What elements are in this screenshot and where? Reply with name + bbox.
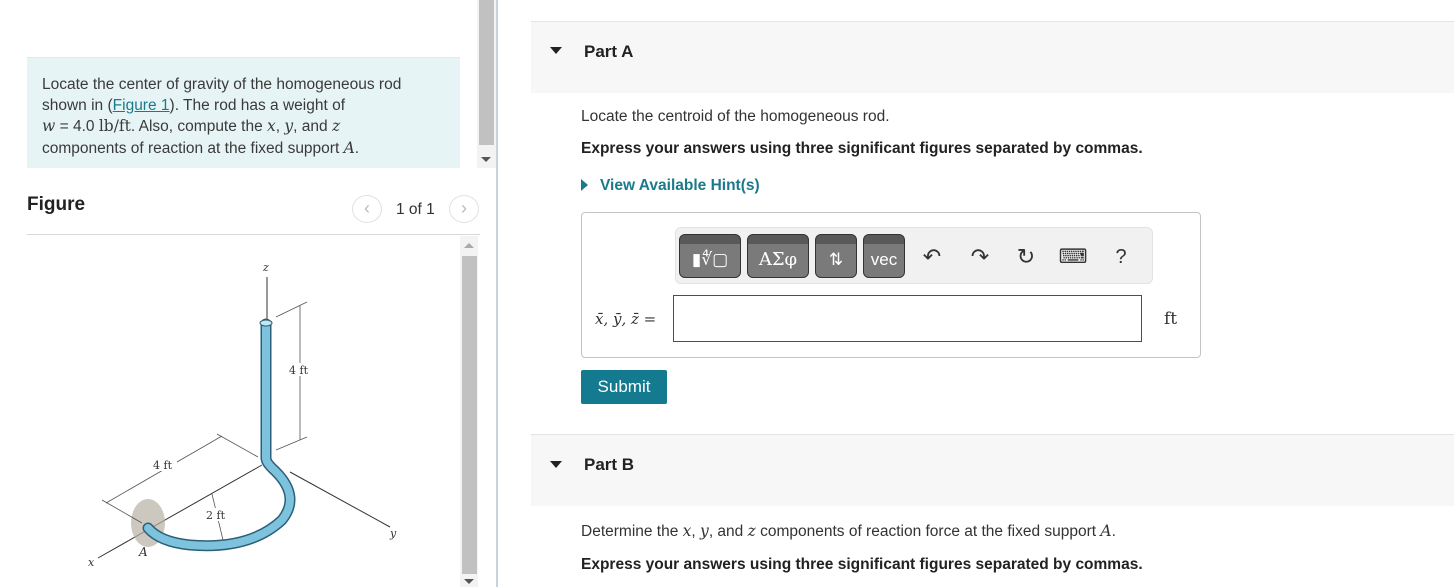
view-hints-link[interactable]: View Available Hint(s) (581, 177, 760, 195)
answer-label: x̄, ȳ, z̄ = (595, 310, 657, 328)
hint-link-label: View Available Hint(s) (600, 177, 760, 194)
x-axis-label: x (88, 556, 95, 569)
x-variable: x (267, 117, 276, 135)
prompt-text: , (691, 523, 701, 540)
caret-down-icon (550, 47, 562, 54)
part-a-instruction: Express your answers using three signifi… (581, 140, 1143, 157)
y-variable: y (284, 117, 294, 135)
part-b-instruction: Express your answers using three signifi… (581, 556, 1143, 573)
greek-symbols-button[interactable]: ΑΣφ (747, 234, 809, 278)
redo-icon[interactable]: ↷ (965, 242, 995, 272)
answer-unit: ft (1164, 309, 1178, 329)
problem-text: , and (293, 118, 332, 135)
figure-scrollbar[interactable] (460, 236, 478, 587)
chevron-left-icon: ‹ (364, 198, 370, 218)
help-icon[interactable]: ? (1106, 242, 1136, 272)
templates-icon: ▮∜▢ (691, 250, 729, 269)
chevron-right-icon: › (461, 198, 467, 218)
part-b-header[interactable]: Part B (531, 434, 1454, 506)
answer-input[interactable] (673, 295, 1142, 342)
arrows-button[interactable]: ⇅ (815, 234, 857, 278)
dimension-line (216, 433, 259, 458)
dim-horizontal-label: 4 ft (153, 459, 173, 472)
part-a-prompt: Locate the centroid of the homogeneous r… (581, 108, 890, 125)
caret-right-icon (581, 179, 588, 191)
rod-figure: z y x A 4 ft 4 ft 2 ft (88, 261, 397, 569)
submit-button[interactable]: Submit (581, 370, 667, 404)
z-axis-label: z (262, 261, 269, 274)
figure-divider (27, 234, 480, 235)
next-figure-button[interactable]: › (449, 195, 479, 223)
dimension-line (275, 436, 308, 451)
prompt-text: . (1111, 523, 1116, 540)
answer-box: ▮∜▢ ΑΣφ ⇅ vec ↶ ↷ ↻ ⌨ ? x̄, ȳ, z̄ = ft (581, 212, 1201, 358)
support-label-a: A (138, 545, 148, 559)
a-variable: A (343, 138, 355, 157)
scroll-down-icon[interactable] (481, 157, 491, 162)
vector-button[interactable]: vec (863, 234, 905, 278)
previous-figure-button[interactable]: ‹ (352, 195, 382, 223)
caret-down-icon (550, 461, 562, 468)
problem-text: components of reaction at the fixed supp… (42, 139, 344, 157)
dimension-line (275, 301, 308, 318)
w-variable: w (42, 117, 56, 135)
y-axis-label: y (389, 527, 397, 540)
problem-statement: Locate the center of gravity of the homo… (27, 57, 460, 168)
part-a-title: Part A (584, 42, 634, 61)
scroll-up-icon[interactable] (464, 243, 474, 248)
figure-link[interactable]: Figure 1 (113, 97, 170, 114)
right-pane: Part A Locate the centroid of the homoge… (498, 0, 1454, 587)
y-axis-line (289, 471, 391, 528)
math-toolbar: ▮∜▢ ΑΣφ ⇅ vec ↶ ↷ ↻ ⌨ ? (675, 227, 1153, 284)
greek-icon: ΑΣφ (758, 249, 798, 270)
figure-pager-text: 1 of 1 (396, 201, 435, 218)
vec-icon: vec (870, 250, 898, 269)
problem-scrollbar[interactable] (477, 0, 496, 168)
prompt-text: , and (708, 523, 748, 540)
undo-icon[interactable]: ↶ (917, 242, 947, 272)
rod-end (259, 319, 273, 327)
part-a-header[interactable]: Part A (531, 21, 1454, 93)
w-unit: lb/ft (98, 117, 131, 135)
templates-button[interactable]: ▮∜▢ (679, 234, 741, 278)
arrows-icon: ⇅ (828, 250, 844, 269)
z-variable: z (331, 117, 341, 135)
figure-title: Figure (27, 194, 86, 215)
part-b-prompt: Determine the x, y, and z components of … (581, 522, 1116, 541)
prompt-text: Determine the (581, 523, 683, 540)
reset-icon[interactable]: ↻ (1011, 242, 1041, 272)
keyboard-icon[interactable]: ⌨ (1058, 242, 1088, 272)
scrollbar-thumb[interactable] (462, 256, 477, 574)
dim-radius-label: 2 ft (206, 509, 226, 522)
problem-text: = 4.0 (55, 118, 99, 135)
scrollbar-thumb[interactable] (479, 0, 494, 145)
z-variable: z (747, 522, 756, 540)
problem-text: ). The rod has a weight of (169, 96, 346, 114)
left-pane: Locate the center of gravity of the homo… (0, 0, 497, 587)
part-b-title: Part B (584, 455, 635, 474)
problem-text: . Also, compute the (130, 118, 268, 135)
prompt-text: components of reaction force at the fixe… (755, 523, 1101, 540)
a-variable: A (1100, 522, 1112, 540)
y-variable: y (700, 522, 709, 540)
scroll-down-icon[interactable] (464, 579, 474, 584)
dim-vertical-label: 4 ft (289, 364, 309, 377)
problem-text: . (354, 139, 360, 157)
